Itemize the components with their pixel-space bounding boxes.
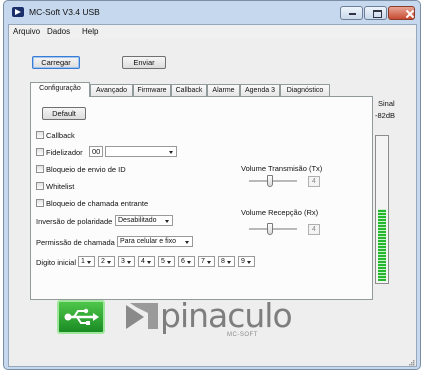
close-icon [389,7,414,19]
close-button[interactable] [388,6,415,20]
volume-tx-track [249,180,297,183]
load-button[interactable]: Carregar [32,56,80,69]
callback-label: Callback [46,131,75,140]
volume-rx-slider[interactable] [267,223,273,235]
chevron-down-icon [167,261,171,264]
tab-diagnostico[interactable]: Diagnóstico [280,84,330,96]
chevron-down-icon [165,220,169,223]
bloqueio-chamada-checkbox[interactable] [36,199,44,207]
bloqueio-envio-label: Bloqueio de envio de ID [46,165,126,174]
inversao-select[interactable]: Desabilitado [115,215,173,226]
signal-meter [375,135,389,284]
chevron-down-icon [87,261,91,264]
digito-select-6[interactable]: 6 [178,256,195,267]
fidelizador-checkbox[interactable] [36,148,44,156]
maximize-button[interactable] [364,6,387,20]
permissao-label: Permissão de chamada [36,238,115,247]
fidelizador-select[interactable] [105,146,177,157]
whitelist-checkbox[interactable] [36,182,44,190]
usb-icon [57,300,105,334]
whitelist-label: Whitelist [46,182,75,191]
digito-select-9[interactable]: 9 [238,256,255,267]
tab-configuracao[interactable]: Configuração [30,82,90,97]
digito-select-1[interactable]: 1 [78,256,95,267]
chevron-down-icon [207,261,211,264]
chevron-down-icon [147,261,151,264]
tab-firmware[interactable]: Firmware [133,84,171,96]
digito-value: 6 [181,258,185,265]
pinaculo-subtitle: MC-SOFT [227,332,258,338]
signal-meter-fill [378,209,386,281]
digito-select-7[interactable]: 7 [198,256,215,267]
pinaculo-wordmark: pinaculo [160,296,293,335]
permissao-value: Para celular e fixo [120,238,177,245]
signal-label: Sinal [378,99,395,108]
chevron-down-icon [185,241,189,244]
title-bar: MC-Soft V3.4 USB [4,1,420,23]
minimize-button[interactable] [340,6,363,20]
digito-label: Digito inicial [36,258,77,267]
menu-bar: Arquivo Dados Help [9,25,416,39]
volume-rx-value: 4 [308,224,320,235]
menu-dados[interactable]: Dados [47,27,70,36]
digito-select-3[interactable]: 3 [118,256,135,267]
app-icon [12,7,24,17]
tab-agenda-3[interactable]: Agenda 3 [240,84,280,96]
tab-avancado[interactable]: Avançado [90,84,133,96]
app-window: MC-Soft V3.4 USB Arquivo Dados Help Carr… [3,0,421,370]
digito-value: 8 [221,258,225,265]
chevron-down-icon [187,261,191,264]
bloqueio-chamada-label: Bloqueio de chamada entrante [46,199,149,208]
digito-select-2[interactable]: 2 [98,256,115,267]
menu-arquivo[interactable]: Arquivo [13,27,40,36]
chevron-down-icon [247,261,251,264]
digito-value: 7 [201,258,205,265]
window-title: MC-Soft V3.4 USB [29,7,100,17]
chevron-down-icon [227,261,231,264]
bloqueio-envio-checkbox[interactable] [36,165,44,173]
volume-rx-track [249,228,297,231]
signal-value: -82dB [375,111,396,120]
tab-callback[interactable]: Callback [171,84,207,96]
volume-rx-label: Volume Recepção (Rx) [241,208,319,217]
minimize-icon [341,7,362,19]
digito-select-5[interactable]: 5 [158,256,175,267]
fidelizador-input[interactable]: 00 [89,146,103,157]
tab-alarme[interactable]: Alarme [207,84,240,96]
send-button[interactable]: Enviar [122,56,166,69]
menu-help[interactable]: Help [82,27,98,36]
chevron-down-icon [127,261,131,264]
digito-select-4[interactable]: 4 [138,256,155,267]
permissao-select[interactable]: Para celular e fixo [117,236,193,247]
pinaculo-logo-icon [126,303,158,329]
maximize-icon [365,7,386,19]
volume-tx-slider[interactable] [267,175,273,187]
inversao-value: Desabilitado [118,217,157,224]
configuracao-panel: Default Callback Fidelizador 00 Bloqueio… [30,96,373,300]
chevron-down-icon [169,151,173,154]
digito-value: 5 [161,258,165,265]
default-button[interactable]: Default [42,107,86,120]
digito-value: 1 [81,258,85,265]
volume-tx-value: 4 [308,176,320,187]
digito-value: 2 [101,258,105,265]
client-area: Arquivo Dados Help Carregar Enviar Confi… [8,24,417,367]
inversao-label: Inversão de polaridade [36,217,113,226]
volume-tx-label: Volume Transmisão (Tx) [241,164,323,173]
digito-select-8[interactable]: 8 [218,256,235,267]
chevron-down-icon [107,261,111,264]
digito-value: 9 [241,258,245,265]
fidelizador-label: Fidelizador [46,148,83,157]
callback-checkbox[interactable] [36,131,44,139]
digito-value: 4 [141,258,145,265]
digito-value: 3 [121,258,125,265]
resize-grip-icon[interactable] [407,358,415,366]
